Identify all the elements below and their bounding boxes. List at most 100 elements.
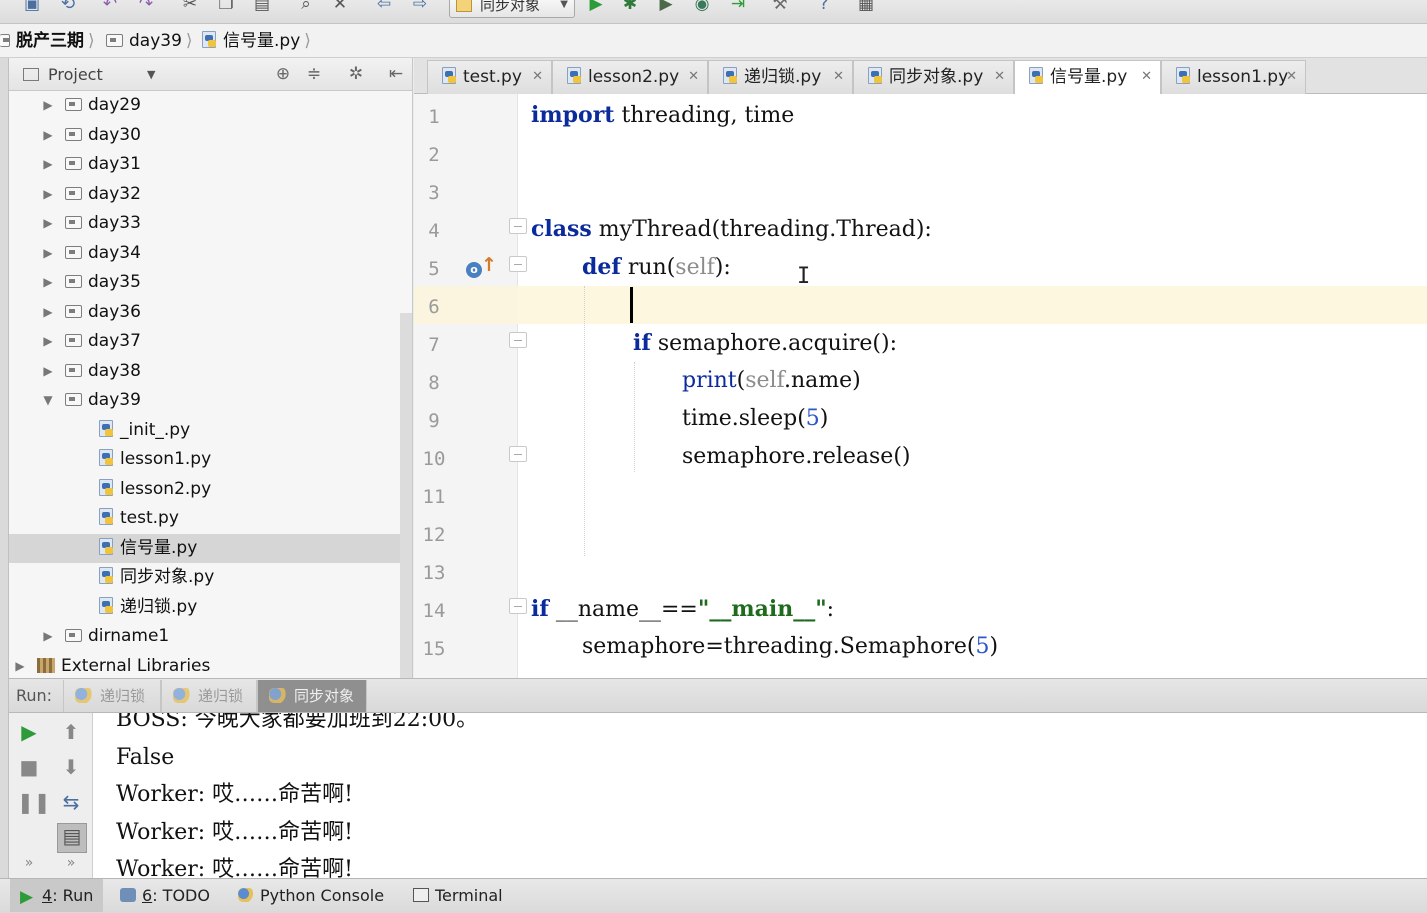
more-icon[interactable]: » (17, 851, 41, 875)
close-tab-icon[interactable]: ✕ (688, 61, 699, 93)
expand-arrow-right-icon[interactable]: ▶ (41, 357, 55, 387)
tree-file-item[interactable]: _init_.py (9, 416, 412, 446)
line-number[interactable]: 5 (414, 250, 454, 288)
paste-icon[interactable]: ▤ (252, 0, 272, 14)
cut-icon[interactable]: ✂ (180, 0, 200, 14)
hide-panel-icon[interactable]: ⇤ (385, 58, 407, 91)
overrides-method-icon[interactable]: o ↑ (466, 254, 497, 280)
help-icon[interactable]: ? (814, 0, 834, 14)
scroll-down-icon[interactable]: ⬇ (59, 755, 83, 779)
close-tab-icon[interactable]: ✕ (1286, 61, 1297, 93)
expand-arrow-right-icon[interactable]: ▶ (41, 622, 55, 652)
fold-marker-icon[interactable] (509, 218, 527, 234)
scroll-up-icon[interactable]: ⬆ (59, 720, 83, 744)
run-tab[interactable]: 递归锁 (161, 680, 257, 712)
close-tab-icon[interactable]: ✕ (994, 61, 1005, 93)
debug-icon[interactable]: ✱ (620, 0, 640, 14)
line-number[interactable]: 6 (414, 288, 454, 326)
locate-icon[interactable]: ⊕ (272, 58, 294, 91)
tree-folder-item[interactable]: ▶ day31 (9, 150, 412, 180)
tree-folder-item[interactable]: ▶ day35 (9, 268, 412, 298)
expand-arrow-right-icon[interactable]: ▶ (41, 268, 55, 298)
tree-folder-item[interactable]: ▼ day39 (9, 386, 412, 416)
back-icon[interactable]: ⇦ (374, 0, 394, 14)
print-icon[interactable]: ▤ (57, 823, 87, 853)
line-number[interactable]: 13 (414, 554, 454, 592)
todo-tool-button[interactable]: 6: TODO (120, 879, 210, 912)
tree-folder-item[interactable]: ▶ day37 (9, 327, 412, 357)
coverage-icon[interactable]: ▶ (656, 0, 676, 14)
run-tab[interactable]: 递归锁 (63, 680, 161, 712)
more-icon[interactable]: » (59, 851, 83, 875)
tree-file-item[interactable]: lesson2.py (9, 475, 412, 505)
tree-file-item[interactable]: 递归锁.py (9, 593, 412, 623)
line-number[interactable]: 10 (414, 440, 454, 478)
fold-marker-icon[interactable] (509, 598, 527, 614)
tree-folder-item[interactable]: ▶ day36 (9, 298, 412, 328)
code-editor[interactable]: 1 2 3 4 5 6 7 8 9 10 11 12 13 14 15 o ↑ import threadin… (414, 94, 1427, 678)
concurrency-icon[interactable]: ⇥ (728, 0, 748, 14)
project-view-selector[interactable]: Project (23, 58, 103, 91)
editor-tab[interactable]: 信号量.py ✕ (1014, 60, 1161, 95)
close-tab-icon[interactable]: ✕ (1141, 61, 1152, 93)
expand-arrow-right-icon[interactable]: ▶ (41, 150, 55, 180)
collapse-all-icon[interactable]: ≑ (303, 58, 325, 91)
line-number[interactable]: 9 (414, 402, 454, 440)
expand-arrow-right-icon[interactable]: ▶ (41, 121, 55, 151)
expand-arrow-right-icon[interactable]: ▶ (41, 91, 55, 121)
copy-icon[interactable]: ❐ (216, 0, 236, 14)
python-console-button[interactable]: Python Console (238, 879, 384, 912)
line-number[interactable]: 3 (414, 174, 454, 212)
tree-folder-item[interactable]: ▶ day34 (9, 239, 412, 269)
expand-arrow-down-icon[interactable]: ▼ (41, 386, 55, 416)
expand-arrow-right-icon[interactable]: ▶ (13, 652, 27, 679)
line-number[interactable]: 1 (414, 98, 454, 136)
chevron-down-icon[interactable]: ▼ (147, 58, 155, 91)
tree-library-item[interactable]: ▶ External Libraries (9, 652, 412, 679)
pause-icon[interactable]: ❚❚ (17, 790, 51, 814)
line-number[interactable]: 7 (414, 326, 454, 364)
tree-scrollbar[interactable] (400, 313, 412, 678)
editor-tab[interactable]: lesson2.py ✕ (552, 60, 708, 94)
expand-arrow-right-icon[interactable]: ▶ (41, 180, 55, 210)
save-icon[interactable]: ▣ (22, 0, 42, 14)
structure-icon[interactable]: ▦ (856, 0, 876, 14)
redo-icon[interactable]: ↷ (136, 0, 156, 14)
line-number[interactable]: 15 (414, 630, 454, 668)
expand-arrow-right-icon[interactable]: ▶ (41, 298, 55, 328)
line-number[interactable]: 12 (414, 516, 454, 554)
line-number[interactable]: 14 (414, 592, 454, 630)
tree-folder-item[interactable]: ▶ day29 (9, 91, 412, 121)
close-tab-icon[interactable]: ✕ (532, 61, 543, 93)
line-number[interactable]: 2 (414, 136, 454, 174)
expand-arrow-right-icon[interactable]: ▶ (41, 209, 55, 239)
tree-file-item[interactable]: 同步对象.py (9, 563, 412, 593)
find-icon[interactable]: ⌕ (296, 0, 316, 14)
breadcrumb-item-project[interactable]: 脱产三期 ⟩ (0, 24, 95, 58)
tree-folder-item[interactable]: ▶ day38 (9, 357, 412, 387)
rerun-icon[interactable]: ▶ (17, 720, 41, 744)
terminal-button[interactable]: Terminal (413, 879, 503, 912)
line-number[interactable]: 8 (414, 364, 454, 402)
tree-file-item[interactable]: lesson1.py (9, 445, 412, 475)
expand-arrow-right-icon[interactable]: ▶ (41, 239, 55, 269)
tree-folder-item[interactable]: ▶ dirname1 (9, 622, 412, 652)
forward-icon[interactable]: ⇨ (410, 0, 430, 14)
run-tab[interactable]: 同步对象 (257, 680, 367, 712)
fold-marker-icon[interactable] (509, 446, 527, 462)
tree-file-item[interactable]: test.py (9, 504, 412, 534)
run-tool-button[interactable]: ▶ 4: Run (10, 879, 104, 912)
editor-tab[interactable]: lesson1.py ✕ (1161, 60, 1306, 94)
breadcrumb-item-folder[interactable]: day39 ⟩ (106, 24, 193, 58)
profile-icon[interactable]: ◉ (692, 0, 712, 14)
tree-folder-item[interactable]: ▶ day32 (9, 180, 412, 210)
tools-icon[interactable]: ⚒ (770, 0, 790, 14)
run-icon[interactable]: ▶ (586, 0, 606, 14)
tree-folder-item[interactable]: ▶ day30 (9, 121, 412, 151)
fold-marker-icon[interactable] (509, 332, 527, 348)
fold-marker-icon[interactable] (509, 256, 527, 272)
tree-folder-item[interactable]: ▶ day33 (9, 209, 412, 239)
close-tab-icon[interactable]: ✕ (833, 61, 844, 93)
breadcrumb-item-file[interactable]: 信号量.py ⟩ (202, 24, 311, 58)
gear-icon[interactable]: ✲ (345, 58, 367, 91)
